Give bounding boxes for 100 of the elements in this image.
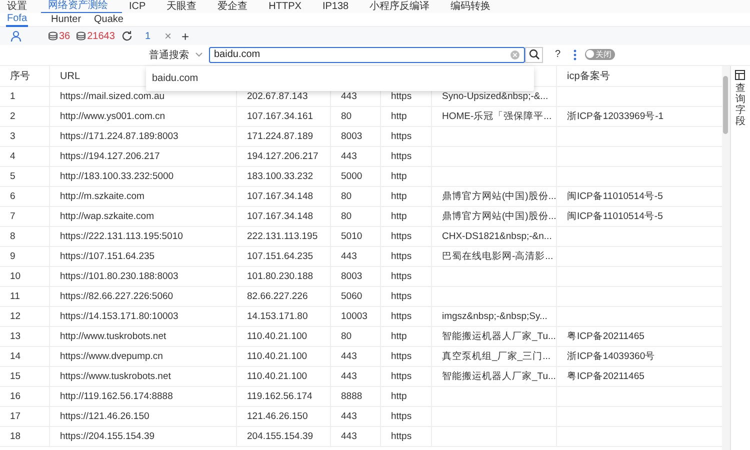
table-cell: 粤ICP备20211465	[567, 370, 644, 383]
table-cell: 443	[341, 151, 357, 162]
table-cell: 119.162.56.174	[247, 391, 312, 402]
menu-tab[interactable]: 编码转换	[444, 0, 505, 12]
table-cell: https://mail.sized.com.au	[60, 91, 165, 102]
search-field[interactable]: baidu.com	[209, 46, 525, 62]
table-cell: 15	[10, 371, 21, 382]
more-icon[interactable]	[572, 48, 577, 60]
database-icon	[76, 31, 86, 41]
table-cell: http://m.szkaite.com	[60, 191, 144, 202]
table-cell: https	[391, 371, 412, 382]
table-cell: 浙ICP备12033969号-1	[567, 110, 664, 123]
table-cell: http://www.tuskrobots.net	[60, 331, 166, 342]
table-cell: 鼎博官方网站(中国)股份...	[442, 190, 556, 203]
search-button[interactable]	[525, 46, 543, 62]
caret-icon	[195, 52, 203, 58]
table-cell: 12	[10, 311, 21, 322]
table-cell: 107.151.64.235	[247, 251, 314, 262]
side-panel-label[interactable]: 查询字段	[735, 83, 746, 127]
table-cell: https	[391, 431, 412, 442]
table-cell: https	[391, 131, 412, 142]
column-header: icp备案号	[567, 70, 610, 83]
table-cell: 闽ICP备11010514号-5	[567, 210, 663, 223]
help-button[interactable]: ?	[555, 49, 561, 60]
table-cell: https://222.131.113.195:5010	[60, 231, 183, 242]
engine-tab[interactable]: Hunter	[50, 14, 94, 26]
table-cell: 粤ICP备20211465	[567, 330, 644, 343]
table-cell: 14	[10, 351, 21, 362]
table-cell: 204.155.154.39	[247, 431, 314, 442]
table-cell: 194.127.206.217	[247, 151, 318, 162]
table-cell: 2	[10, 111, 16, 122]
table-cell: 82.66.227.226	[247, 291, 308, 302]
table-cell: 80	[341, 331, 352, 342]
table-cell: 443	[341, 251, 357, 262]
table-cell: https	[391, 231, 412, 242]
table-cell: 202.67.87.143	[247, 91, 308, 102]
table-cell: http	[391, 391, 407, 402]
table-cell: CHX-DS1821&nbsp;-&n...	[442, 231, 552, 242]
menu-tab[interactable]: 天眼查	[160, 0, 211, 12]
database-icon	[48, 31, 58, 41]
table-cell: https	[391, 291, 412, 302]
table-cell: 17	[10, 411, 21, 422]
table-cell: 80	[341, 111, 352, 122]
menu-tab[interactable]: 爱企查	[210, 0, 262, 12]
table-cell: 8003	[341, 271, 362, 282]
table-cell: 5010	[341, 231, 362, 242]
table-cell: http://119.162.56.174:8888	[60, 391, 173, 402]
table-cell: https://121.46.26.150	[60, 411, 150, 422]
menu-tab[interactable]: IP138	[315, 0, 363, 12]
count-label: 36	[48, 30, 70, 42]
menu-tab[interactable]: 小程序反编译	[362, 0, 444, 12]
table-cell: 110.40.21.100	[247, 351, 308, 362]
menu-tab[interactable]: ICP	[122, 0, 160, 12]
table-cell: 443	[341, 371, 357, 382]
table-cell: https	[391, 311, 412, 322]
engine-tab[interactable]: Quake	[93, 14, 136, 26]
table-cell: https	[391, 271, 412, 282]
table-cell: 443	[341, 431, 357, 442]
table-cell: 183.100.33.232	[247, 171, 314, 182]
table-cell: https://14.153.171.80:10003	[60, 311, 178, 322]
table-cell: https	[391, 91, 412, 102]
table-cell: 10	[10, 271, 21, 282]
table-cell: HOME-乐冠「强保障平...	[442, 110, 552, 123]
scrollbar-thumb[interactable]	[723, 76, 728, 134]
table-cell: https	[391, 351, 412, 362]
table-cell: 10003	[341, 311, 368, 322]
table-cell: https	[391, 251, 412, 262]
table-cell: 5060	[341, 291, 362, 302]
table-cell: 4	[10, 151, 16, 162]
query-tab[interactable]: 1	[140, 28, 158, 44]
suggestion-item[interactable]: baidu.com	[146, 69, 534, 88]
table-cell: 222.131.113.195	[247, 231, 318, 242]
table-cell: 鼎博官方网站(中国)股份...	[442, 210, 556, 223]
add-tab-button[interactable]: +	[182, 28, 190, 44]
table-cell: 443	[341, 351, 357, 362]
table-cell: https://www.dvepump.cn	[60, 351, 163, 362]
menu-tab[interactable]: 设置	[0, 0, 41, 12]
search-mode-select[interactable]: 普通搜索	[147, 46, 205, 62]
table-cell: 107.167.34.148	[247, 211, 314, 222]
table-cell: http://183.100.33.232:5000	[60, 171, 174, 182]
table-cell: imgsz&nbsp;-&nbsp;Sy...	[442, 311, 548, 322]
menu-tab[interactable]: HTTPX	[262, 0, 316, 12]
table-cell: Syno-Upsized&nbsp;-&...	[442, 91, 548, 102]
table-cell: 107.167.34.148	[247, 191, 314, 202]
table-cell: 443	[341, 411, 357, 422]
table-cell: 14.153.171.80	[247, 311, 308, 322]
table-cell: https://171.224.87.189:8003	[60, 131, 178, 142]
table-cell: 真空泵机组_厂家_三门...	[442, 350, 550, 363]
refresh-icon[interactable]	[120, 30, 133, 42]
table-cell: 107.167.34.161	[247, 111, 314, 122]
table-cell: 8888	[341, 391, 362, 402]
user-icon[interactable]	[10, 30, 22, 42]
column-header: URL	[60, 70, 80, 82]
table-cell: 浙ICP备14039360号	[567, 350, 656, 363]
table-cell: 171.224.87.189	[247, 131, 314, 142]
table-icon[interactable]	[735, 70, 746, 80]
table-cell: https://194.127.206.217	[60, 151, 160, 162]
table-cell: http://www.ys001.com.cn	[60, 111, 166, 122]
table-cell: 11	[10, 291, 20, 302]
table-cell: 1	[10, 91, 16, 102]
